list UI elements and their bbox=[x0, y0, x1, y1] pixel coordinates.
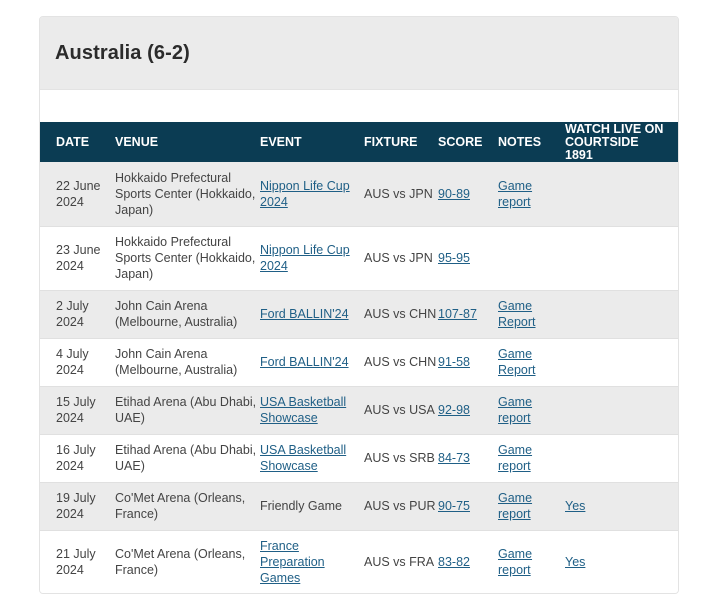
header-watch-live: WATCH LIVE ON COURTSIDE 1891 bbox=[565, 121, 664, 162]
table-header-row: DATE VENUE EVENT FIXTURE SCORE NOTES WAT… bbox=[40, 122, 678, 162]
game-report-link[interactable]: Game report bbox=[498, 443, 532, 473]
cell-date: 2 July 2024 bbox=[56, 299, 89, 329]
cell-fixture: AUS vs CHN bbox=[364, 307, 437, 321]
cell-venue: Etihad Arena (Abu Dhabi, UAE) bbox=[115, 395, 257, 425]
score-link[interactable]: 84-73 bbox=[438, 451, 470, 465]
cell-date: 22 June 2024 bbox=[56, 178, 101, 209]
table-row: 16 July 2024 Etihad Arena (Abu Dhabi, UA… bbox=[40, 434, 678, 482]
score-link[interactable]: 91-58 bbox=[438, 355, 470, 369]
watch-live-link[interactable]: Yes bbox=[565, 499, 585, 513]
header-fixture: FIXTURE bbox=[364, 134, 418, 149]
cell-venue: John Cain Arena (Melbourne, Australia) bbox=[115, 299, 238, 329]
header-score: SCORE bbox=[438, 134, 483, 149]
cell-venue: Hokkaido Prefectural Sports Center (Hokk… bbox=[115, 170, 256, 217]
game-report-link[interactable]: Game report bbox=[498, 547, 532, 577]
cell-date: 4 July 2024 bbox=[56, 347, 89, 377]
cell-venue: Co'Met Arena (Orleans, France) bbox=[115, 547, 246, 577]
game-report-link[interactable]: Game Report bbox=[498, 347, 536, 377]
event-link[interactable]: Ford BALLIN'24 bbox=[260, 307, 349, 321]
event-link[interactable]: France Preparation Games bbox=[260, 539, 325, 585]
cell-date: 15 July 2024 bbox=[56, 395, 96, 425]
cell-date: 19 July 2024 bbox=[56, 491, 96, 521]
cell-fixture: AUS vs FRA bbox=[364, 555, 435, 569]
cell-date: 21 July 2024 bbox=[56, 547, 96, 577]
game-report-link[interactable]: Game report bbox=[498, 395, 532, 425]
table-row: 21 July 2024 Co'Met Arena (Orleans, Fran… bbox=[40, 530, 678, 593]
header-date: DATE bbox=[56, 134, 90, 149]
table-row: 19 July 2024 Co'Met Arena (Orleans, Fran… bbox=[40, 482, 678, 530]
header-venue: VENUE bbox=[115, 134, 159, 149]
cell-date: 16 July 2024 bbox=[56, 443, 96, 473]
cell-venue: Hokkaido Prefectural Sports Center (Hokk… bbox=[115, 235, 256, 281]
watch-live-link[interactable]: Yes bbox=[565, 555, 585, 569]
table-row: 23 June 2024 Hokkaido Prefectural Sports… bbox=[40, 226, 678, 290]
cell-venue: John Cain Arena (Melbourne, Australia) bbox=[115, 347, 238, 377]
header-event: EVENT bbox=[260, 134, 302, 149]
score-link[interactable]: 95-95 bbox=[438, 251, 470, 265]
team-banner: Australia (6-2) bbox=[40, 17, 678, 90]
cell-date: 23 June 2024 bbox=[56, 243, 101, 273]
cell-fixture: AUS vs SRB bbox=[364, 451, 435, 465]
game-report-link[interactable]: Game report bbox=[498, 179, 532, 209]
cell-fixture: AUS vs JPN bbox=[364, 251, 433, 265]
cell-venue: Etihad Arena (Abu Dhabi, UAE) bbox=[115, 443, 257, 473]
table-row: 2 July 2024 John Cain Arena (Melbourne, … bbox=[40, 290, 678, 338]
table-row: 22 June 2024 Hokkaido Prefectural Sports… bbox=[40, 162, 678, 226]
game-report-link[interactable]: Game report bbox=[498, 491, 532, 521]
cell-fixture: AUS vs JPN bbox=[364, 186, 433, 201]
event-link[interactable]: Ford BALLIN'24 bbox=[260, 355, 349, 369]
score-link[interactable]: 90-89 bbox=[438, 187, 470, 201]
cell-fixture: AUS vs USA bbox=[364, 403, 435, 417]
score-link[interactable]: 107-87 bbox=[438, 307, 477, 321]
score-link[interactable]: 92-98 bbox=[438, 403, 470, 417]
event-link[interactable]: USA Basketball Showcase bbox=[260, 395, 346, 425]
schedule-card: Australia (6-2) DATE VENUE EVENT FIXTURE… bbox=[39, 16, 679, 594]
table-row: 4 July 2024 John Cain Arena (Melbourne, … bbox=[40, 338, 678, 386]
cell-event: Friendly Game bbox=[260, 499, 342, 513]
page-title: Australia (6-2) bbox=[55, 41, 190, 64]
game-report-link[interactable]: Game Report bbox=[498, 299, 536, 329]
event-link[interactable]: Nippon Life Cup 2024 bbox=[260, 243, 350, 273]
header-notes: NOTES bbox=[498, 134, 542, 149]
table-row: 15 July 2024 Etihad Arena (Abu Dhabi, UA… bbox=[40, 386, 678, 434]
event-link[interactable]: USA Basketball Showcase bbox=[260, 443, 346, 473]
cell-fixture: AUS vs PUR bbox=[364, 499, 436, 513]
cell-fixture: AUS vs CHN bbox=[364, 355, 437, 369]
schedule-table: DATE VENUE EVENT FIXTURE SCORE NOTES WAT… bbox=[40, 122, 678, 593]
score-link[interactable]: 83-82 bbox=[438, 555, 470, 569]
cell-venue: Co'Met Arena (Orleans, France) bbox=[115, 491, 246, 521]
event-link[interactable]: Nippon Life Cup 2024 bbox=[260, 179, 350, 209]
score-link[interactable]: 90-75 bbox=[438, 499, 470, 513]
